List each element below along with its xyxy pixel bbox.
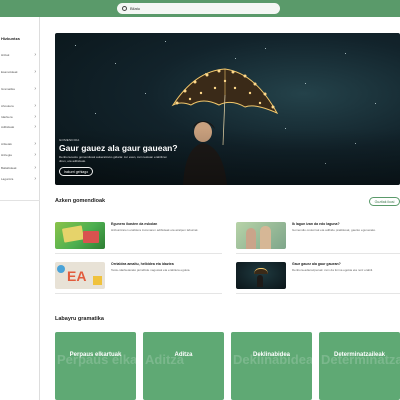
card-label: Perpaus elkartuak: [69, 352, 122, 358]
read-more-button[interactable]: Irakurri gehiago: [59, 167, 93, 176]
recommendation-description: Gomendio orokorrak eta adibide praktikoa…: [292, 228, 377, 232]
divider: [236, 253, 400, 254]
chevron-right-icon: ›: [34, 69, 36, 75]
chevron-right-icon: ›: [34, 152, 36, 158]
chevron-right-icon: ›: [34, 114, 36, 120]
sidebar-item-label: Hitzak: [1, 53, 10, 57]
sidebar-item-gramatika[interactable]: Gramatika ›: [0, 86, 40, 93]
recommendations-title: Azken gomendioak: [55, 198, 106, 204]
chevron-right-icon: ›: [34, 176, 36, 182]
hero-kicker: GOMENDIOA: [59, 138, 80, 142]
grammar-title: Labayru gramatika: [55, 316, 104, 322]
sidebar-item-label: Hiztegia: [1, 153, 12, 157]
sidebar-item-label: Idazkera: [1, 115, 13, 119]
sidebar-item-label: Esamoldeak: [1, 70, 18, 74]
sidebar-item-label: Adibideak: [1, 125, 15, 129]
grammar-card-determinatzaileak[interactable]: Determinatzaileak Determinatzaileak: [319, 332, 400, 400]
sidebar-item-label: Laguntza: [1, 177, 14, 181]
chevron-right-icon: ›: [34, 86, 36, 92]
sidebar-title: Hizkuntza: [1, 36, 20, 41]
recommendation-title[interactable]: Egunero ikasten da eskolan: [111, 222, 157, 226]
hero-title[interactable]: Gaur gauez ala gaur gauean?: [59, 143, 178, 153]
divider: [236, 293, 400, 294]
recommendation-thumbnail[interactable]: [55, 222, 105, 249]
sidebar-item-ahoskera[interactable]: Ahoskera ›: [0, 103, 40, 110]
recommendation-description: Denbora-adierazpenak: zein da forma egok…: [292, 268, 374, 272]
see-all-button[interactable]: Guztiak ikusi: [369, 197, 400, 206]
recommendation-thumbnail[interactable]: [236, 222, 286, 249]
sidebar: Hizkuntza Hitzak › Esamoldeak › Gramatik…: [0, 17, 40, 400]
recommendation-title[interactable]: Orrialdea amaitu, helbidea eta idaztea: [111, 262, 174, 266]
chevron-right-icon: ›: [34, 103, 36, 109]
recommendation-title[interactable]: Gaur gauez ala gaur gauean?: [292, 262, 341, 266]
chevron-right-icon: ›: [34, 165, 36, 171]
card-label: Determinatzaileak: [333, 352, 386, 358]
sidebar-item-hiztegia[interactable]: Hiztegia ›: [0, 152, 40, 159]
chevron-right-icon: ›: [34, 52, 36, 58]
chevron-right-icon: ›: [34, 124, 36, 130]
sidebar-item-esamoldeak[interactable]: Esamoldeak ›: [0, 69, 40, 76]
card-label: Aditza: [174, 352, 193, 358]
sidebar-item-label: Ahoskera: [1, 104, 14, 108]
search-box[interactable]: [117, 3, 280, 14]
top-bar: [0, 0, 400, 17]
search-input[interactable]: [130, 6, 270, 11]
sidebar-item-label: Baliabideak: [1, 166, 17, 170]
sidebar-item-label: Gramatika: [1, 87, 15, 91]
sidebar-item-label: Ariketak: [1, 142, 12, 146]
grammar-card-aditza[interactable]: Aditza Aditza: [143, 332, 224, 400]
grammar-card-perpaus[interactable]: Perpaus elkartuak Perpaus elkartuak: [55, 332, 136, 400]
search-icon: [122, 6, 127, 11]
chevron-right-icon: ›: [34, 141, 36, 147]
sidebar-item-laguntza[interactable]: Laguntza ›: [0, 176, 40, 183]
sidebar-item-hitzak[interactable]: Hitzak ›: [0, 52, 40, 59]
sidebar-item-adibideak[interactable]: Adibideak ›: [0, 124, 40, 131]
recommendation-description: Hizkuntzaren erabilera zuzenaren adibide…: [111, 228, 199, 232]
divider: [55, 293, 222, 294]
divider: [55, 253, 222, 254]
recommendation-thumbnail[interactable]: [236, 262, 286, 289]
grammar-card-deklinabidea[interactable]: Deklinabidea Deklinabidea: [231, 332, 312, 400]
sidebar-divider: [0, 200, 40, 201]
sidebar-item-baliabideak[interactable]: Baliabideak ›: [0, 165, 40, 172]
card-label: Deklinabidea: [252, 352, 290, 358]
hero-description: Denbora-testu gomendioak aukeratzeko gid…: [59, 155, 168, 163]
recommendation-title[interactable]: Ik lagun izan da edo laguna?: [292, 222, 340, 226]
sidebar-item-idazkera[interactable]: Idazkera ›: [0, 114, 40, 121]
sidebar-item-ariketak[interactable]: Ariketak ›: [0, 141, 40, 148]
recommendation-description: Testu-idazketarako jarraibide nagusiak e…: [111, 268, 191, 272]
recommendation-thumbnail[interactable]: EA: [55, 262, 105, 289]
